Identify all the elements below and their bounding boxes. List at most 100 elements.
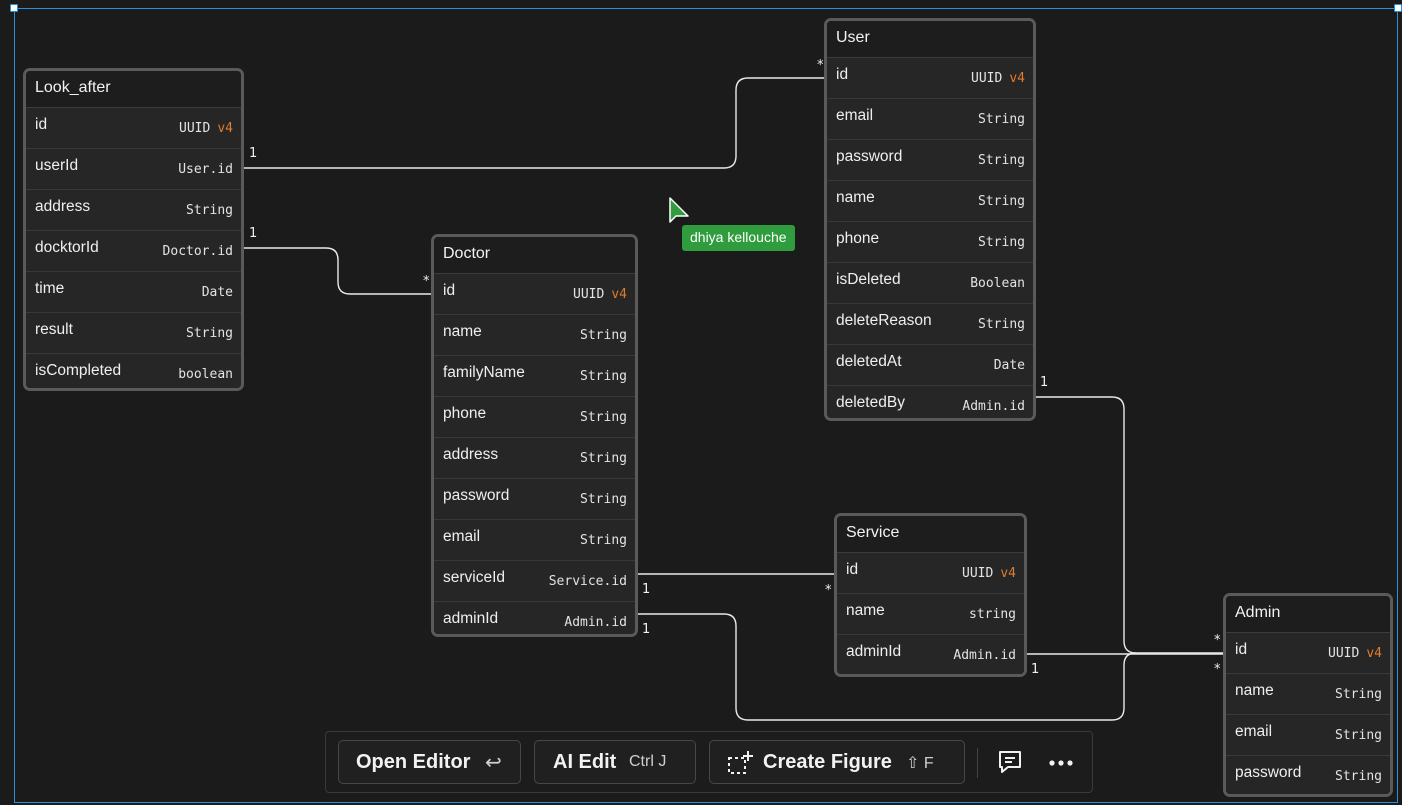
comment-icon[interactable] bbox=[997, 749, 1023, 775]
field-type: String bbox=[580, 451, 627, 466]
entity-field[interactable]: adminId Admin.id bbox=[434, 602, 635, 634]
field-type: String bbox=[978, 112, 1025, 127]
entity-title: User bbox=[827, 21, 1033, 58]
field-type: UUID v4 bbox=[971, 71, 1025, 86]
field-name: password bbox=[1235, 764, 1302, 781]
entity-field[interactable]: serviceId Service.id bbox=[434, 561, 635, 602]
entity-field[interactable]: name String bbox=[827, 181, 1033, 222]
entity-field[interactable]: password String bbox=[827, 140, 1033, 181]
field-name: address bbox=[35, 198, 91, 215]
field-name: id bbox=[836, 66, 849, 83]
field-type: Doctor.id bbox=[162, 244, 233, 259]
field-type: User.id bbox=[178, 162, 233, 177]
ai-edit-shortcut: Ctrl J bbox=[629, 753, 667, 770]
collaborator-cursor-icon bbox=[669, 197, 689, 223]
entity-user[interactable]: User id UUID v4 email String password String… bbox=[824, 18, 1036, 421]
open-editor-button[interactable]: Open Editor ↩ bbox=[338, 740, 521, 784]
entity-field[interactable]: phone String bbox=[434, 397, 635, 438]
field-name: serviceId bbox=[443, 569, 506, 586]
field-name: address bbox=[443, 446, 499, 463]
entity-look-after[interactable]: Look_after id UUID v4 userId User.id addres… bbox=[23, 68, 244, 391]
cardinality-label: 1 bbox=[249, 146, 258, 161]
entity-field[interactable]: userId User.id bbox=[26, 149, 241, 190]
entity-field[interactable]: id UUID v4 bbox=[1226, 633, 1390, 674]
entity-field[interactable]: deletedBy Admin.id bbox=[827, 386, 1033, 418]
entity-service[interactable]: Service id UUID v4 name string adminId Admin… bbox=[834, 513, 1027, 677]
entity-title: Service bbox=[837, 516, 1024, 553]
entity-title: Admin bbox=[1226, 596, 1390, 633]
field-type: UUID v4 bbox=[573, 287, 627, 302]
entity-field[interactable]: email String bbox=[434, 520, 635, 561]
entity-field[interactable]: isDeleted Boolean bbox=[827, 263, 1033, 304]
cardinality-label: * bbox=[825, 583, 832, 598]
cardinality-label: * bbox=[817, 58, 824, 73]
entity-field[interactable]: docktorId Doctor.id bbox=[26, 231, 241, 272]
collaborator-name-tag: dhiya kellouche bbox=[682, 225, 795, 251]
toolbar-divider bbox=[977, 748, 978, 778]
field-type: UUID v4 bbox=[179, 121, 233, 136]
field-name: docktorId bbox=[35, 239, 99, 256]
field-name: email bbox=[836, 107, 874, 124]
field-name: name bbox=[443, 323, 482, 340]
field-type: String bbox=[978, 194, 1025, 209]
field-type: String bbox=[580, 410, 627, 425]
field-type: UUID v4 bbox=[1328, 646, 1382, 661]
ai-edit-label: AI Edit bbox=[553, 751, 617, 773]
field-type: String bbox=[186, 203, 233, 218]
field-name: name bbox=[836, 189, 875, 206]
entity-doctor[interactable]: Doctor id UUID v4 name String familyName Str… bbox=[431, 234, 638, 637]
field-type: String bbox=[1335, 687, 1382, 702]
field-type: String bbox=[1335, 728, 1382, 743]
entity-field[interactable]: address String bbox=[434, 438, 635, 479]
entity-field[interactable]: time Date bbox=[26, 272, 241, 313]
field-name: deleteReason bbox=[836, 312, 932, 329]
entity-field[interactable]: email String bbox=[1226, 715, 1390, 756]
ai-edit-button[interactable]: AI Edit Ctrl J bbox=[534, 740, 696, 784]
dashed-plus-icon bbox=[728, 751, 753, 774]
field-name: password bbox=[836, 148, 903, 165]
field-name: phone bbox=[443, 405, 487, 422]
relation-line-user-admin bbox=[1033, 396, 1137, 654]
field-name: result bbox=[35, 321, 73, 338]
entity-field[interactable]: name String bbox=[434, 315, 635, 356]
entity-field[interactable]: deletedAt Date bbox=[827, 345, 1033, 386]
field-type: Boolean bbox=[970, 276, 1025, 291]
field-type: String bbox=[580, 492, 627, 507]
relation-line-lookafter-doctor bbox=[241, 247, 437, 295]
entity-admin[interactable]: Admin id UUID v4 name String email String pa… bbox=[1223, 593, 1393, 797]
entity-field[interactable]: id UUID v4 bbox=[434, 274, 635, 315]
entity-field[interactable]: id UUID v4 bbox=[26, 108, 241, 149]
field-name: familyName bbox=[443, 364, 525, 381]
field-name: isDeleted bbox=[836, 271, 901, 288]
field-type: String bbox=[580, 533, 627, 548]
create-figure-shortcut: ⇧ F bbox=[906, 755, 934, 772]
entity-field[interactable]: name String bbox=[1226, 674, 1390, 715]
entity-field[interactable]: phone String bbox=[827, 222, 1033, 263]
entity-field[interactable]: id UUID v4 bbox=[837, 553, 1024, 594]
entity-field[interactable]: id UUID v4 bbox=[827, 58, 1033, 99]
cardinality-label: 1 bbox=[1040, 375, 1049, 390]
open-editor-label: Open Editor bbox=[356, 751, 471, 773]
cardinality-label: * bbox=[1214, 633, 1221, 648]
entity-title: Look_after bbox=[26, 71, 241, 108]
field-name: phone bbox=[836, 230, 880, 247]
field-type: UUID v4 bbox=[962, 566, 1016, 581]
more-icon[interactable] bbox=[1048, 759, 1074, 767]
create-figure-button[interactable]: Create Figure ⇧ F bbox=[709, 740, 965, 784]
relation-line-lookafter-user bbox=[241, 77, 830, 169]
entity-field[interactable]: isCompleted boolean bbox=[26, 354, 241, 388]
entity-field[interactable]: email String bbox=[827, 99, 1033, 140]
entity-field[interactable]: password String bbox=[1226, 756, 1390, 794]
entity-title: Doctor bbox=[434, 237, 635, 274]
entity-field[interactable]: result String bbox=[26, 313, 241, 354]
field-type: String bbox=[580, 369, 627, 384]
diagram-canvas[interactable]: 1 * 1 * 1 * 1 * 1 * 1 * Look_after idUUI… bbox=[0, 0, 1402, 805]
entity-field[interactable]: name string bbox=[837, 594, 1024, 635]
field-name: deletedBy bbox=[836, 394, 905, 411]
entity-field[interactable]: address String bbox=[26, 190, 241, 231]
field-type: String bbox=[978, 235, 1025, 250]
entity-field[interactable]: adminId Admin.id bbox=[837, 635, 1024, 674]
entity-field[interactable]: familyName String bbox=[434, 356, 635, 397]
entity-field[interactable]: deleteReason String bbox=[827, 304, 1033, 345]
entity-field[interactable]: password String bbox=[434, 479, 635, 520]
